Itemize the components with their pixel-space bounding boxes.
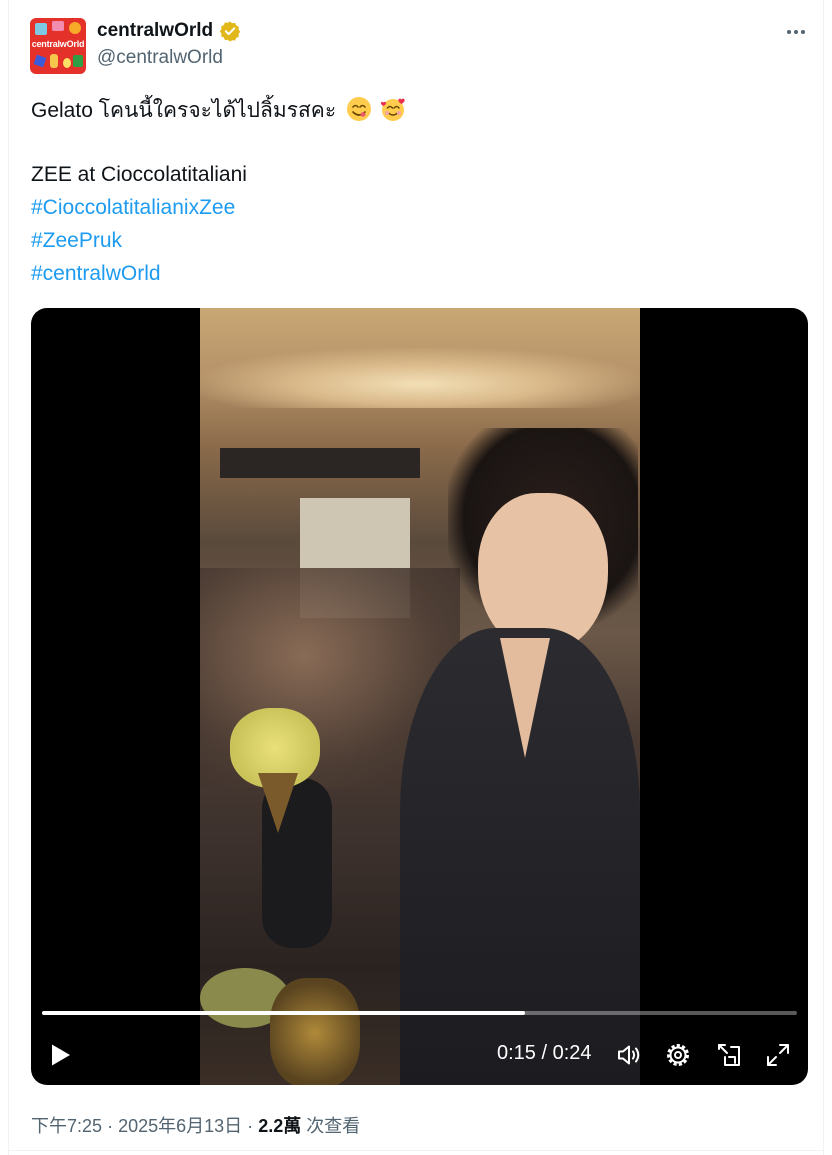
avatar-shape	[69, 22, 81, 34]
card-border-bottom	[8, 1150, 824, 1151]
video-time: 0:15 / 0:24	[497, 1042, 592, 1065]
avatar-shape	[35, 23, 47, 35]
tweet-meta: 下午7:25 · 2025年6月13日 · 2.2萬 次查看	[31, 1112, 360, 1138]
settings-icon[interactable]	[664, 1041, 692, 1069]
tweet-text-line: Gelato โคนนี้ใครจะได้ไปลิ้มรสคะ	[31, 96, 406, 124]
tweet-text: ZEE at Cioccolatitaliani	[31, 163, 247, 186]
tweet-time[interactable]: 下午7:25	[31, 1116, 102, 1136]
video-player[interactable]: 0:15 / 0:24	[31, 308, 808, 1085]
ceiling-lights	[200, 348, 640, 408]
play-icon[interactable]	[48, 1041, 74, 1069]
tweet-text-line: ZEE at Cioccolatitaliani	[31, 162, 247, 188]
hashtag-link[interactable]: #CioccolatitalianixZee	[31, 195, 235, 221]
meta-separator: ·	[247, 1116, 254, 1136]
avatar-logo-text: centralwOrld	[31, 39, 85, 49]
avatar[interactable]: centralwOrld	[30, 18, 86, 74]
avatar-shape	[33, 54, 47, 68]
card-border-left	[8, 0, 9, 1155]
fullscreen-icon[interactable]	[764, 1041, 792, 1069]
tweet-date[interactable]: 2025年6月13日	[118, 1116, 242, 1136]
progress-bar[interactable]	[42, 1011, 797, 1015]
time-separator: /	[541, 1042, 553, 1064]
gold-ornament	[270, 978, 360, 1085]
smiling-face-with-hearts-emoji	[380, 96, 406, 122]
verified-badge-icon	[219, 20, 241, 42]
display-name[interactable]: centralwOrld	[97, 20, 213, 42]
views-count: 2.2萬	[258, 1116, 302, 1136]
more-options-icon[interactable]	[782, 22, 810, 42]
current-time: 0:15	[497, 1042, 536, 1064]
picture-in-picture-icon[interactable]	[715, 1041, 743, 1069]
store-sign-band	[220, 448, 420, 478]
hashtag-link[interactable]: #ZeePruk	[31, 228, 122, 254]
meta-separator: ·	[107, 1116, 114, 1136]
avatar-shape	[50, 54, 58, 68]
hashtag-link[interactable]: #centralwOrld	[31, 261, 161, 287]
avatar-shape	[63, 58, 71, 68]
volume-icon[interactable]	[615, 1041, 643, 1069]
views-label: 次查看	[306, 1116, 361, 1136]
progress-bar-fill	[42, 1011, 526, 1015]
duration: 0:24	[552, 1042, 592, 1064]
author-handle[interactable]: @centralwOrld	[97, 47, 223, 69]
savoring-face-emoji	[346, 96, 372, 122]
card-border-right	[823, 0, 824, 1155]
video-frame[interactable]	[200, 308, 640, 1085]
avatar-shape	[73, 55, 83, 67]
avatar-shape	[52, 21, 64, 31]
tweet-text: Gelato โคนนี้ใครจะได้ไปลิ้มรสคะ	[31, 99, 337, 122]
author-name-row[interactable]: centralwOrld	[97, 19, 241, 43]
